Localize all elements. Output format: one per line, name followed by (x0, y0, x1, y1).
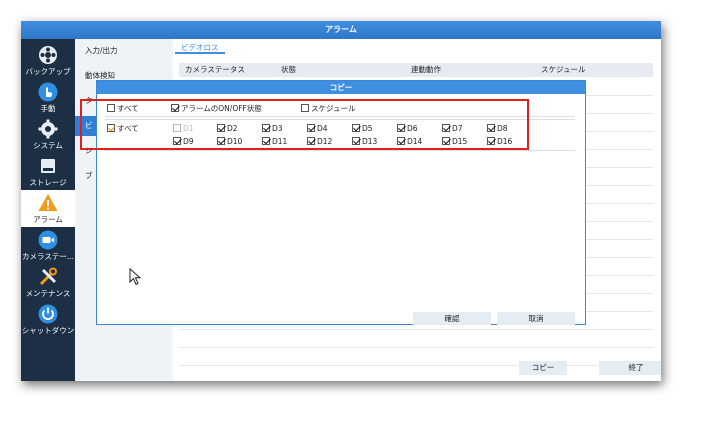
table-row (179, 331, 653, 348)
column-header: スケジュール (541, 65, 586, 74)
sidebar-item-storage[interactable]: ストレージ (21, 153, 75, 190)
sidebar-item-shutdown[interactable]: シャットダウン (21, 301, 75, 338)
tools-icon (39, 267, 57, 286)
app-window: アラーム バックアップ 手動 システム ストレージ アラーム カメラステー...… (21, 21, 661, 381)
power-icon (38, 304, 58, 324)
cancel-button[interactable]: 取消 (497, 312, 575, 325)
sidebar-item-label: メンテナンス (25, 289, 71, 298)
sidebar-item-backup[interactable]: バックアップ (21, 42, 75, 79)
column-header: 連動動作 (411, 65, 441, 74)
sidebar-item-maintenance[interactable]: メンテナンス (21, 264, 75, 301)
sidebar-item-label: シャットダウン (21, 326, 75, 335)
sidebar: バックアップ 手動 システム ストレージ アラーム カメラステー... メンテナ… (21, 39, 75, 381)
storage-icon (41, 159, 55, 173)
sidebar-item-label: 手動 (40, 104, 56, 113)
film-reel-icon (39, 46, 57, 64)
table-row (179, 349, 653, 366)
sidebar-item-camera-status[interactable]: カメラステー... (21, 227, 75, 264)
column-header: カメラステータス (185, 65, 245, 74)
mouse-cursor-icon (129, 268, 142, 286)
sidebar-item-alarm[interactable]: アラーム (21, 190, 75, 227)
exit-button[interactable]: 終了 (599, 361, 661, 375)
sidebar-item-label: ストレージ (29, 178, 67, 187)
confirm-button[interactable]: 確認 (413, 312, 491, 325)
column-header: 状態 (281, 65, 296, 74)
gear-icon (38, 119, 58, 139)
annotation-highlight-box (80, 99, 529, 150)
hand-pointer-icon (38, 82, 58, 102)
sidebar-item-label: システム (33, 141, 63, 150)
sidebar-item-manual[interactable]: 手動 (21, 79, 75, 116)
submenu-item-io[interactable]: 入力/出力 (75, 41, 173, 61)
copy-button[interactable]: コピー (519, 361, 567, 375)
camera-icon (38, 230, 58, 250)
dialog-title: コピー (97, 81, 585, 94)
sidebar-item-system[interactable]: システム (21, 116, 75, 153)
sidebar-item-label: アラーム (33, 215, 63, 224)
sidebar-item-label: バックアップ (25, 67, 71, 76)
table-header: カメラステータス 状態 連動動作 スケジュール (179, 63, 653, 77)
window-title: アラーム (21, 21, 661, 39)
sidebar-item-label: カメラステー... (21, 252, 74, 261)
tab-video-loss[interactable]: ビデオロス (175, 41, 225, 54)
warning-icon (38, 194, 58, 211)
